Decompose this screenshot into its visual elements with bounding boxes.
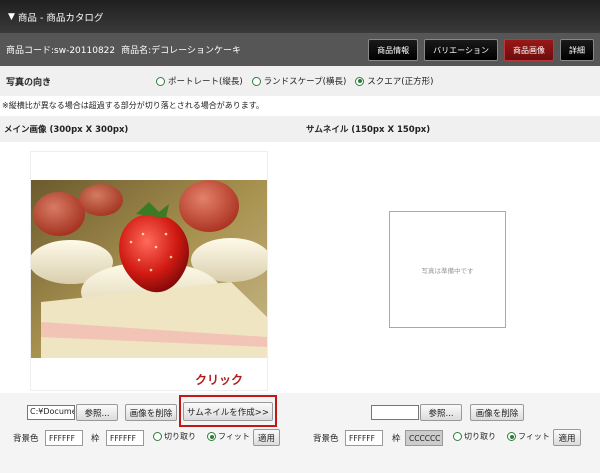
radio-landscape-label: ランドスケープ(横長) bbox=[263, 77, 347, 87]
callout-highlight-box bbox=[179, 395, 277, 427]
crop-note: ※縦横比が異なる場合は超過する部分が切り落とされる場合があります。 bbox=[2, 101, 264, 110]
main-border-color-field[interactable]: FFFFFF bbox=[106, 430, 144, 446]
main-radio-crop[interactable]: 切り取り bbox=[153, 431, 196, 442]
tab-product-info[interactable]: 商品情報 bbox=[368, 39, 419, 61]
radio-circle-checked-icon bbox=[207, 432, 216, 441]
radio-circle-icon bbox=[453, 432, 462, 441]
thumb-radio-crop-label: 切り取り bbox=[464, 432, 496, 441]
cake-photo bbox=[29, 180, 271, 358]
thumb-radio-fit-label: フィット bbox=[518, 432, 550, 441]
title-bar: ▼ 商品 - 商品カタログ bbox=[0, 0, 600, 33]
section-header-row: メイン画像 (300px X 300px) サムネイル (150px X 150… bbox=[0, 116, 600, 142]
main-border-label: 枠 bbox=[91, 434, 100, 444]
thumbnail-placeholder-text: 写真は準備中です bbox=[421, 266, 474, 275]
orientation-row: 写真の向き ポートレート(縦長) ランドスケープ(横長) スクエア(正方形) bbox=[0, 66, 600, 96]
main-delete-image-button[interactable]: 画像を削除 bbox=[125, 404, 177, 421]
tab-details[interactable]: 詳細 bbox=[560, 39, 594, 61]
main-apply-button[interactable]: 適用 bbox=[253, 429, 280, 446]
main-radio-fit[interactable]: フィット bbox=[207, 431, 250, 442]
orientation-label: 写真の向き bbox=[6, 77, 52, 88]
product-name: 商品名:デコレーションケーキ bbox=[121, 46, 241, 56]
main-bg-color-field[interactable]: FFFFFF bbox=[45, 430, 83, 446]
thumb-radio-crop[interactable]: 切り取り bbox=[453, 431, 496, 442]
click-callout: クリック bbox=[195, 373, 244, 387]
thumb-bg-color-field[interactable]: FFFFFF bbox=[345, 430, 383, 446]
main-browse-button[interactable]: 参照... bbox=[76, 404, 118, 421]
collapse-triangle-icon[interactable]: ▼ bbox=[8, 12, 15, 22]
radio-circle-checked-icon bbox=[507, 432, 516, 441]
thumb-file-input[interactable] bbox=[371, 405, 419, 420]
thumbnail-placeholder: 写真は準備中です bbox=[389, 211, 506, 328]
thumb-border-color-field[interactable]: CCCCCC bbox=[405, 430, 443, 446]
thumb-radio-fit[interactable]: フィット bbox=[507, 431, 550, 442]
product-code: 商品コード:sw-20110822 bbox=[6, 46, 116, 56]
radio-circle-icon bbox=[156, 76, 165, 86]
thumbnail-heading: サムネイル (150px X 150px) bbox=[306, 125, 431, 135]
radio-square-label: スクエア(正方形) bbox=[367, 77, 434, 87]
radio-circle-icon bbox=[153, 432, 162, 441]
tab-bar: 商品情報 バリエーション 商品画像 詳細 bbox=[368, 39, 594, 61]
radio-portrait[interactable]: ポートレート(縦長) bbox=[156, 75, 243, 87]
radio-circle-icon bbox=[251, 76, 261, 86]
page-title: 商品 - 商品カタログ bbox=[17, 12, 104, 24]
main-image-heading: メイン画像 (300px X 300px) bbox=[4, 125, 129, 135]
thumb-browse-button[interactable]: 参照... bbox=[420, 404, 462, 421]
main-radio-fit-label: フィット bbox=[218, 432, 250, 441]
main-bg-label: 背景色 bbox=[13, 434, 39, 444]
radio-circle-checked-icon bbox=[355, 76, 365, 86]
tab-product-image[interactable]: 商品画像 bbox=[504, 39, 554, 61]
radio-square[interactable]: スクエア(正方形) bbox=[355, 75, 433, 87]
main-file-input[interactable]: C:¥Documer bbox=[27, 405, 75, 420]
thumb-border-label: 枠 bbox=[392, 434, 401, 444]
radio-landscape[interactable]: ランドスケープ(横長) bbox=[251, 75, 347, 87]
main-image-frame bbox=[29, 152, 271, 390]
thumb-apply-button[interactable]: 適用 bbox=[553, 429, 581, 446]
thumb-bg-label: 背景色 bbox=[313, 434, 339, 444]
tab-variation[interactable]: バリエーション bbox=[424, 39, 498, 61]
thumb-delete-image-button[interactable]: 画像を削除 bbox=[470, 404, 524, 421]
main-radio-crop-label: 切り取り bbox=[164, 432, 196, 441]
radio-portrait-label: ポートレート(縦長) bbox=[168, 77, 243, 87]
